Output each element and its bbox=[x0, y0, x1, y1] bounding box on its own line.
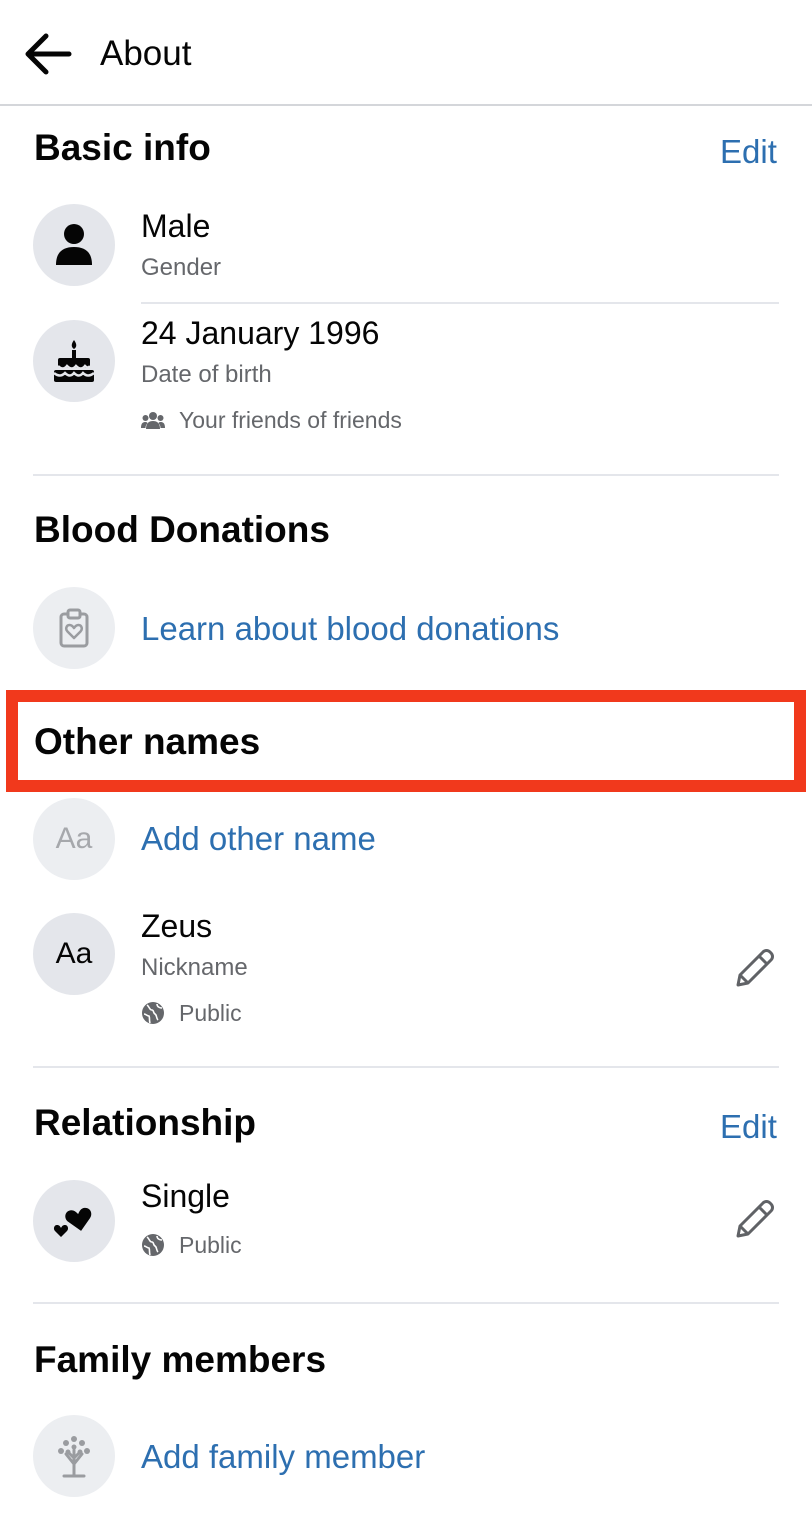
family-tree-icon bbox=[58, 1436, 90, 1478]
section-divider bbox=[33, 474, 779, 476]
pencil-icon bbox=[736, 1200, 774, 1238]
birth-privacy[interactable]: Your friends of friends bbox=[141, 406, 402, 434]
birth-date-label: Date of birth bbox=[141, 361, 272, 388]
gender-label: Gender bbox=[141, 254, 222, 281]
birthday-cake-icon bbox=[53, 340, 95, 382]
relationship-edit-link[interactable]: Edit bbox=[720, 1107, 777, 1147]
edit-relationship-button[interactable] bbox=[725, 1191, 783, 1249]
person-icon bbox=[56, 224, 92, 265]
birth-privacy-label: Your friends of friends bbox=[179, 407, 402, 433]
highlight-box bbox=[6, 690, 806, 792]
blood-icon-circle bbox=[33, 587, 115, 669]
row-divider bbox=[141, 302, 779, 304]
relationship-icon-circle bbox=[33, 1180, 115, 1262]
nickname-privacy[interactable]: Public bbox=[141, 999, 242, 1027]
birth-icon-circle bbox=[33, 320, 115, 402]
add-family-member-link[interactable]: Add family member bbox=[141, 1437, 425, 1477]
gender-value: Male bbox=[141, 208, 211, 244]
learn-blood-donations-link[interactable]: Learn about blood donations bbox=[141, 609, 559, 649]
nickname-icon-circle: Aa bbox=[33, 913, 115, 995]
section-divider bbox=[33, 1066, 779, 1068]
relationship-status-value: Single bbox=[141, 1178, 230, 1214]
aa-text-icon: Aa bbox=[55, 937, 93, 970]
relationship-heading: Relationship bbox=[34, 1102, 257, 1143]
pencil-icon bbox=[736, 949, 774, 987]
friends-icon bbox=[141, 412, 165, 429]
relationship-privacy[interactable]: Public bbox=[141, 1231, 242, 1259]
section-divider bbox=[33, 1302, 779, 1304]
blood-donations-heading: Blood Donations bbox=[34, 509, 330, 550]
basic-info-edit-link[interactable]: Edit bbox=[720, 132, 777, 172]
hearts-icon bbox=[53, 1207, 92, 1237]
family-members-heading: Family members bbox=[34, 1339, 327, 1380]
page-title: About bbox=[100, 34, 192, 73]
nickname-value: Zeus bbox=[141, 908, 213, 944]
globe-icon bbox=[142, 1234, 164, 1256]
family-icon-circle bbox=[33, 1415, 115, 1497]
relationship-privacy-label: Public bbox=[179, 1232, 242, 1258]
nickname-privacy-label: Public bbox=[179, 1000, 242, 1026]
back-button[interactable] bbox=[20, 28, 76, 80]
aa-text-icon: Aa bbox=[55, 822, 93, 855]
globe-icon bbox=[142, 1002, 164, 1024]
app-header: About bbox=[0, 0, 812, 106]
basic-info-heading: Basic info bbox=[34, 127, 211, 168]
arrow-left-icon bbox=[25, 33, 72, 75]
birth-date-value: 24 January 1996 bbox=[141, 315, 380, 351]
gender-icon-circle bbox=[33, 204, 115, 286]
edit-nickname-button[interactable] bbox=[725, 940, 783, 998]
add-name-icon-circle: Aa bbox=[33, 798, 115, 880]
add-other-name-link[interactable]: Add other name bbox=[141, 819, 376, 859]
nickname-label: Nickname bbox=[141, 954, 248, 981]
clipboard-heart-icon bbox=[59, 608, 89, 648]
